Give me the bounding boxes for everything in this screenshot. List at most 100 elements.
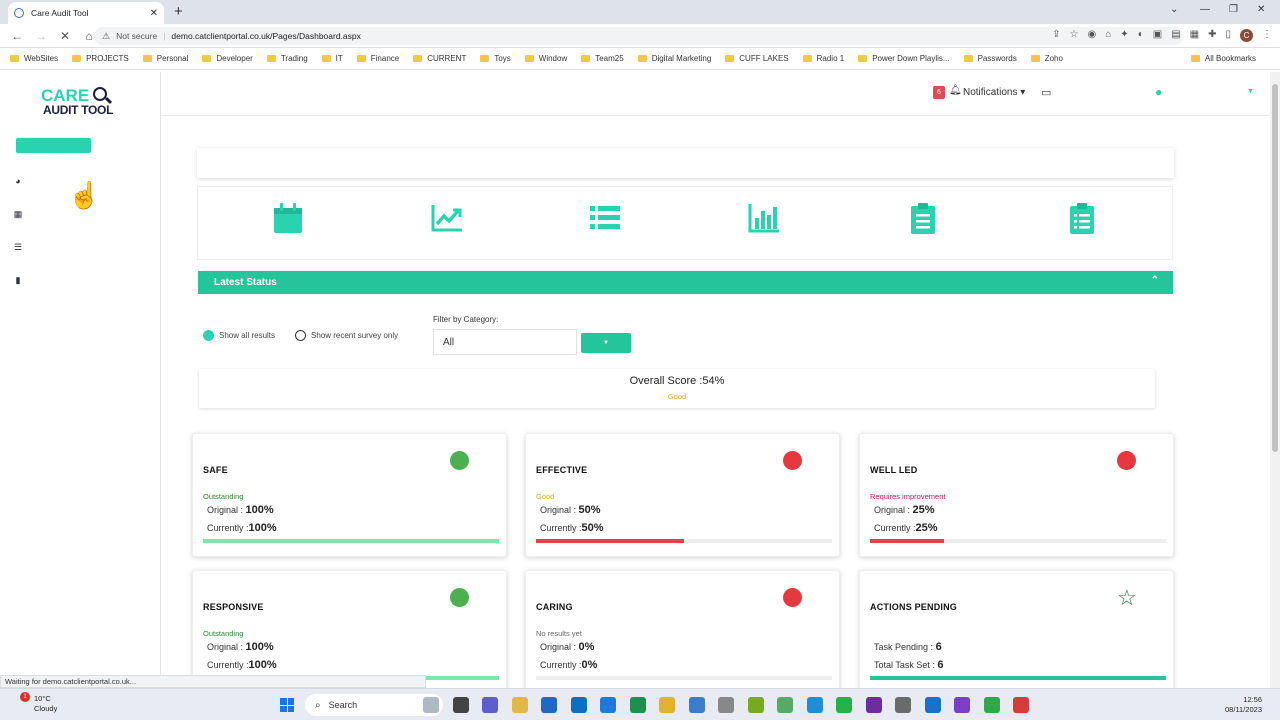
taskbar-clock[interactable]: 12:56 08/11/2023 (1225, 695, 1262, 715)
clipboard-list-icon[interactable] (1065, 201, 1099, 235)
close-window-icon[interactable]: ✕ (1257, 4, 1265, 15)
latest-status-header[interactable]: Latest Status ⌃ (198, 271, 1173, 294)
app-icon[interactable] (983, 697, 1000, 713)
bar-chart-icon[interactable] (747, 201, 781, 235)
minimize-icon[interactable]: — (1200, 4, 1210, 15)
new-tab-icon[interactable]: + (174, 3, 183, 20)
bookmark-item[interactable]: Zoho (1030, 54, 1063, 63)
skype-icon[interactable] (806, 697, 823, 713)
bookmark-item[interactable]: PROJECTS (72, 54, 129, 63)
app-icon[interactable] (895, 697, 911, 713)
side-panel-icon[interactable]: ▯ (1225, 29, 1231, 42)
list-icon[interactable] (588, 201, 622, 235)
app-icon[interactable] (747, 697, 764, 713)
word-icon[interactable] (600, 697, 616, 713)
visual-studio-icon[interactable] (954, 697, 970, 713)
chrome-icon[interactable] (659, 697, 675, 713)
bookmark-item[interactable]: Personal (142, 54, 188, 63)
bookmark-star-icon[interactable]: ☆ (1070, 29, 1079, 42)
extension-icon[interactable]: ▤ (1171, 29, 1180, 42)
maximize-icon[interactable]: ❐ (1229, 4, 1238, 15)
extension-icon[interactable]: ◐ (1138, 29, 1144, 42)
calendar-icon[interactable] (271, 201, 305, 235)
bookmark-item[interactable]: Digital Marketing (637, 54, 711, 63)
forward-icon[interactable]: → (34, 29, 48, 43)
tab-search-chevron-icon[interactable]: ⌄ (1170, 4, 1178, 15)
bookmark-item[interactable]: Passwords (963, 54, 1017, 63)
bookmark-item[interactable]: CUFF LAKES (725, 54, 789, 63)
bookmark-item[interactable]: Radio 1 (802, 54, 844, 63)
share-icon[interactable]: ⇪ (1052, 29, 1060, 42)
teams-icon[interactable] (482, 697, 498, 713)
domain-card-responsive[interactable]: RESPONSIVE Outstanding Original : 100% Curr… (192, 570, 507, 688)
bell-icon[interactable]: 🔔︎ (949, 85, 962, 96)
whatsapp-icon[interactable] (836, 697, 852, 713)
stop-loading-icon[interactable]: ✕ (58, 29, 72, 43)
show-all-results-radio[interactable]: Show all results (203, 330, 275, 341)
back-icon[interactable]: ← (10, 29, 24, 43)
notifications-dropdown[interactable]: Notifications ▾ (963, 87, 1025, 98)
clipboard-icon[interactable] (906, 201, 940, 235)
browser-menu-icon[interactable]: ⋮ (1262, 29, 1272, 42)
bookmark-item[interactable]: CURRENT (413, 54, 466, 63)
weather-widget[interactable]: 1 10°C Cloudy (8, 692, 57, 714)
browser-tab[interactable]: Care Audit Tool ✕ (8, 2, 164, 24)
extension-icon[interactable]: ▣ (1153, 29, 1162, 42)
file-explorer-icon[interactable] (511, 697, 528, 713)
chat-icon[interactable]: ▭ (1041, 86, 1051, 99)
scrollbar-thumb[interactable] (1272, 84, 1278, 452)
grid-icon[interactable]: ▦ (12, 209, 24, 220)
profile-avatar[interactable]: C (1240, 29, 1253, 42)
domain-card-caring[interactable]: CARING No results yet Original : 0% Current… (525, 570, 840, 688)
sidebar-primary-button[interactable] (16, 138, 91, 153)
document-icon[interactable]: ▮ (12, 275, 24, 286)
extension-icon[interactable]: ⌂ (1105, 29, 1111, 42)
show-recent-survey-radio[interactable]: Show recent survey only (295, 330, 398, 341)
domain-card-safe[interactable]: SAFE Outstanding Original : 100% Currently … (192, 433, 507, 557)
collapse-caret-icon[interactable]: ⌃ (1151, 275, 1159, 286)
overall-grade: Good (667, 392, 687, 401)
extension-icon[interactable]: ✦ (1120, 29, 1128, 42)
bookmark-item[interactable]: Finance (356, 54, 399, 63)
task-view-icon[interactable] (452, 697, 469, 713)
domain-card-effective[interactable]: EFFECTIVE Good Original : 50% Currently :50… (525, 433, 840, 557)
line-chart-icon[interactable] (430, 201, 464, 235)
all-bookmarks[interactable]: All Bookmarks (1190, 54, 1256, 63)
bookmark-item[interactable]: Team25 (581, 54, 624, 63)
bookmark-item[interactable]: Power Down Playlis... (858, 54, 950, 63)
actions-pending-card[interactable]: ACTIONS PENDING ☆ Task Pending : 6 Total… (859, 570, 1174, 688)
onenote-icon[interactable] (865, 697, 882, 713)
category-select[interactable]: All (433, 329, 577, 355)
url-field[interactable]: ⚠ Not secure | demo.catclientportal.co.u… (94, 27, 1184, 45)
page-scrollbar[interactable] (1270, 72, 1280, 688)
domain-card-well-led[interactable]: WELL LED Requires improvement Original : 2… (859, 433, 1174, 557)
app-icon[interactable] (777, 697, 793, 713)
excel-icon[interactable] (629, 697, 646, 713)
app-icon[interactable] (718, 697, 734, 713)
bookmark-label: Trading (280, 54, 308, 63)
list-icon[interactable]: ☰ (12, 242, 24, 253)
tab-close-icon[interactable]: ✕ (150, 8, 158, 19)
dashboard-gauge-icon[interactable]: ◕ (12, 176, 24, 186)
extension-icon[interactable]: ▦ (1190, 29, 1199, 42)
user-menu-caret-icon[interactable]: ▼ (1247, 88, 1254, 95)
bookmark-item[interactable]: Window (524, 54, 567, 63)
extensions-puzzle-icon[interactable]: ✚ (1208, 29, 1216, 42)
windows-start-icon[interactable] (280, 698, 294, 712)
user-icon[interactable]: ● (1155, 85, 1162, 99)
extension-icon[interactable]: ◉ (1088, 29, 1097, 42)
bookmark-item[interactable]: WebSites (10, 54, 58, 63)
ai-app-icon[interactable] (423, 697, 439, 713)
bookmark-item[interactable]: Trading (266, 54, 308, 63)
app-icon[interactable] (1013, 697, 1029, 713)
bookmark-label: Team25 (595, 54, 624, 63)
bookmark-item[interactable]: Developer (202, 54, 253, 63)
store-icon[interactable] (541, 697, 557, 713)
app-icon[interactable] (924, 697, 941, 713)
bookmark-item[interactable]: Toys (480, 54, 511, 63)
bookmark-item[interactable]: IT (321, 54, 343, 63)
care-audit-tool-logo[interactable]: CARE AUDIT TOOL (41, 86, 125, 120)
category-dropdown-button[interactable]: ▼ (581, 333, 631, 353)
outlook-icon[interactable] (570, 697, 587, 713)
vs-code-icon[interactable] (688, 697, 705, 713)
